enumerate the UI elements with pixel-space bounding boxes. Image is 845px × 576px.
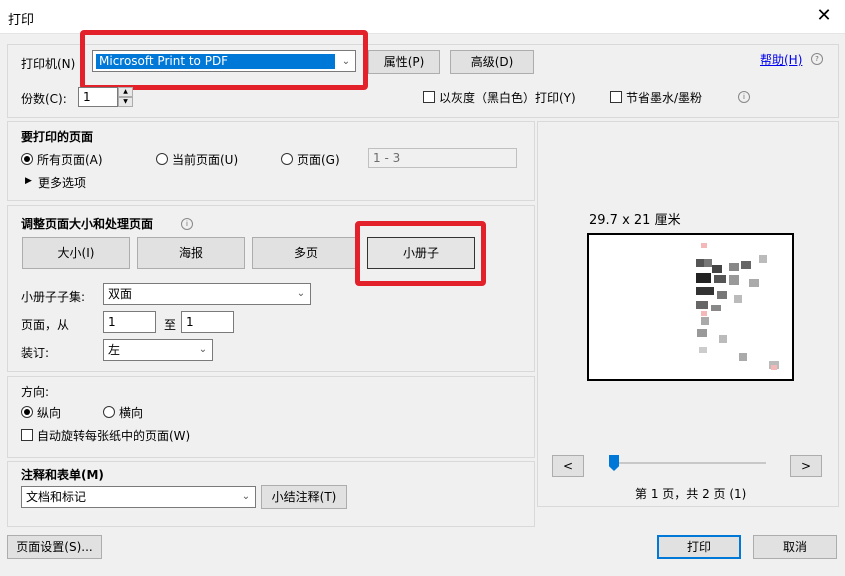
tab-poster[interactable]: 海报 (137, 237, 245, 269)
help-link[interactable]: 帮助(H) (760, 51, 802, 68)
copies-input[interactable]: 1 (78, 87, 118, 107)
page-slider-track[interactable] (610, 462, 766, 464)
save-ink-label: 节省墨水/墨粉 (626, 91, 703, 105)
page-info: 第 1 页，共 2 页 (1) (635, 487, 747, 501)
orientation-panel (7, 376, 535, 458)
landscape-radio[interactable] (103, 406, 115, 418)
prev-page-button[interactable]: < (552, 455, 584, 477)
comments-select[interactable]: 文档和标记 ⌄ (21, 486, 256, 508)
comments-heading: 注释和表单(M) (21, 468, 104, 482)
title-bar: 打印 ✕ (0, 0, 845, 34)
copies-label: 份数(C): (21, 92, 67, 106)
booklet-subset-value: 双面 (108, 287, 133, 301)
cancel-button[interactable]: 取消 (753, 535, 837, 559)
pages-to-label: 至 (164, 318, 177, 332)
page-preview (587, 233, 794, 381)
chevron-down-icon: ⌄ (241, 491, 251, 502)
tab-multiple[interactable]: 多页 (252, 237, 360, 269)
grayscale-label: 以灰度（黑白色）打印(Y) (439, 91, 576, 105)
paper-size-label: 29.7 x 21 厘米 (589, 213, 681, 228)
copies-up-icon[interactable]: ▲ (118, 87, 133, 97)
save-ink-info-icon: i (738, 91, 750, 103)
orientation-heading: 方向: (21, 385, 50, 399)
current-page-label: 当前页面(U) (172, 153, 239, 167)
triangle-right-icon[interactable]: ▶ (25, 176, 32, 186)
printer-highlight (80, 30, 368, 90)
booklet-highlight (355, 221, 486, 286)
auto-rotate-label: 自动旋转每张纸中的页面(W) (37, 429, 191, 443)
landscape-label: 横向 (119, 406, 144, 420)
print-button[interactable]: 打印 (657, 535, 741, 559)
preview-content (696, 243, 779, 370)
sizing-heading: 调整页面大小和处理页面 (21, 217, 154, 231)
pages-from-label: 页面，从 (21, 318, 70, 332)
current-page-radio[interactable] (156, 153, 168, 165)
pages-to-input[interactable]: 1 (181, 311, 234, 333)
comments-value: 文档和标记 (26, 490, 87, 504)
auto-rotate-checkbox[interactable] (21, 429, 33, 441)
grayscale-checkbox[interactable] (423, 91, 435, 103)
pages-label: 页面(G) (297, 153, 340, 167)
binding-value: 左 (108, 343, 121, 357)
chevron-down-icon: ⌄ (296, 288, 306, 299)
portrait-label: 纵向 (37, 406, 62, 420)
chevron-down-icon: ⌄ (198, 344, 208, 355)
close-icon[interactable]: ✕ (813, 5, 835, 27)
copies-down-icon[interactable]: ▼ (118, 97, 133, 107)
summarize-comments-button[interactable]: 小结注释(T) (261, 485, 347, 509)
all-pages-radio[interactable] (21, 153, 33, 165)
pages-from-input[interactable]: 1 (103, 311, 156, 333)
booklet-subset-label: 小册子子集: (21, 290, 86, 304)
sizing-info-icon: i (181, 218, 193, 230)
tab-size[interactable]: 大小(I) (22, 237, 130, 269)
properties-button[interactable]: 属性(P) (368, 50, 440, 74)
binding-select[interactable]: 左 ⌄ (103, 339, 213, 361)
save-ink-checkbox[interactable] (610, 91, 622, 103)
more-options-label[interactable]: 更多选项 (38, 174, 86, 191)
page-setup-button[interactable]: 页面设置(S)... (7, 535, 102, 559)
pages-radio[interactable] (281, 153, 293, 165)
next-page-button[interactable]: > (790, 455, 822, 477)
booklet-subset-select[interactable]: 双面 ⌄ (103, 283, 311, 305)
advanced-button[interactable]: 高级(D) (450, 50, 534, 74)
window-title: 打印 (8, 13, 35, 28)
portrait-radio[interactable] (21, 406, 33, 418)
help-info-icon: ? (811, 53, 823, 65)
pages-range-input[interactable]: 1 - 3 (368, 148, 517, 168)
printer-label: 打印机(N) (21, 57, 76, 71)
binding-label: 装订: (21, 346, 50, 360)
pages-heading: 要打印的页面 (21, 130, 94, 144)
all-pages-label: 所有页面(A) (37, 153, 103, 167)
